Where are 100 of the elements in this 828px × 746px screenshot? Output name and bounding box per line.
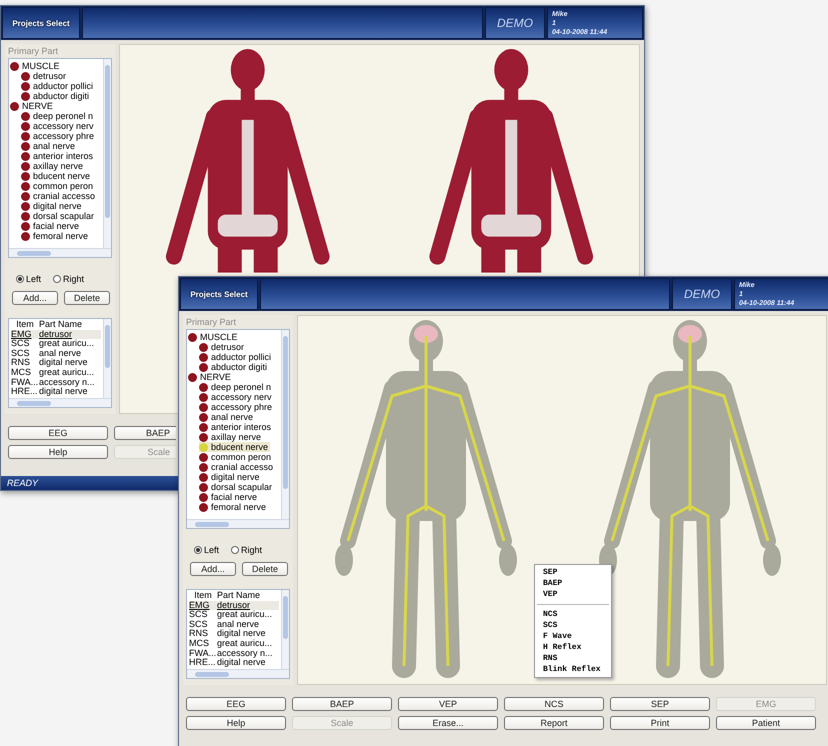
tree-item[interactable]: abductor digiti [199,362,270,372]
node-icon [21,122,30,130]
scrollbar[interactable] [281,590,289,669]
function-button[interactable]: Print [610,716,710,730]
tree-item[interactable]: detrusor [199,342,246,352]
table-row[interactable]: RNS digital nerve [11,358,101,368]
tree-item[interactable]: facial nerve [21,221,82,231]
tree-item[interactable]: deep peronel n [199,382,274,392]
tree-item[interactable]: MUSCLE [10,61,62,71]
tree-item[interactable]: facial nerve [199,492,260,502]
tree-item[interactable]: axillay nerve [21,161,86,171]
function-button[interactable]: Patient [716,716,816,730]
tree-item[interactable]: accessory nerv [199,392,274,402]
menu-item[interactable]: Blink Reflex [535,664,601,675]
function-button[interactable]: VEP [398,697,498,711]
menu-item[interactable]: F Wave [535,631,572,642]
table-row[interactable]: SCS great auricu... [189,610,279,620]
tree-item[interactable]: femoral nerve [21,231,90,241]
tree-item[interactable]: anal nerve [199,412,256,422]
node-icon [199,382,208,392]
tree-item[interactable]: anal nerve [21,141,78,151]
function-button[interactable]: Report [504,716,604,730]
tree-item[interactable]: anterior interos [199,422,274,432]
tree-item[interactable]: detrusor [21,71,68,81]
projects-tab[interactable]: Projects Select [2,7,80,39]
tree-item[interactable]: deep peronel n [21,111,96,121]
function-button[interactable]: BAEP [292,697,392,711]
tree-item[interactable]: cranial accesso [199,462,276,472]
scrollbar[interactable] [187,519,289,528]
tree-item[interactable]: adductor pollici [21,81,96,91]
scrollbar[interactable] [103,59,111,248]
scrollbar[interactable] [103,319,111,398]
tree-item[interactable]: abductor digiti [21,91,92,101]
projects-tab[interactable]: Projects Select [180,278,258,310]
tree-item[interactable]: bducent nerve [199,442,270,452]
action-button[interactable]: Add... [190,562,236,576]
table-row[interactable]: SCS great auricu... [11,339,101,349]
table-row[interactable]: MCS great auricu... [189,638,279,649]
function-button[interactable]: NCS [504,697,604,711]
menu-item[interactable]: NCS [535,609,558,620]
table-row[interactable]: EMG detrusor [189,600,279,610]
action-button[interactable]: Delete [64,291,110,305]
radio-button[interactable]: Right [53,274,84,284]
scrollbar[interactable] [281,330,289,519]
tree-item[interactable]: femoral nerve [199,502,268,512]
radio-button[interactable]: Left [194,545,220,555]
node-icon [21,212,30,220]
node-icon [21,92,30,100]
radio-button[interactable]: Left [16,274,42,284]
tree-item[interactable]: cranial accesso [21,191,98,201]
tree-item[interactable]: digital nerve [21,201,84,211]
tree-item[interactable]: NERVE [10,101,55,111]
function-button[interactable]: SEP [610,697,710,711]
tree-item[interactable]: dorsal scapular [199,482,274,492]
function-button[interactable]: EEG [8,426,108,440]
scrollbar[interactable] [9,398,111,407]
node-icon [199,342,208,352]
menu-item[interactable]: VEP [535,589,558,600]
menu-item[interactable]: SEP [535,567,558,578]
action-button[interactable]: Delete [242,562,288,576]
tree-item[interactable]: MUSCLE [188,332,240,342]
table-row[interactable]: SCS anal nerve [11,348,101,358]
table-row[interactable]: SCS anal nerve [189,620,279,630]
node-icon [21,152,30,160]
radio-button[interactable]: Right [231,545,262,555]
function-button[interactable]: Help [186,716,286,730]
tree-item[interactable]: common peron [199,452,274,462]
table-row[interactable]: FWA...accessory n... [189,648,279,658]
menu-item[interactable]: SCS [535,620,558,631]
table-row[interactable]: MCS great auricu... [11,368,101,378]
node-icon [21,222,30,230]
function-button[interactable]: EEG [186,697,286,711]
tree-item[interactable]: accessory phre [199,402,274,412]
table-row[interactable]: RNS digital nerve [189,629,279,639]
function-button[interactable]: BAEP [114,426,176,440]
node-icon [21,172,30,180]
tree-item[interactable]: accessory phre [21,131,96,141]
node-icon [199,502,208,512]
menu-item[interactable]: H Reflex [535,642,582,653]
menu-item[interactable]: BAEP [535,578,562,589]
tree-item[interactable]: NERVE [188,372,233,382]
node-icon [21,232,30,240]
table-row[interactable]: HRE... digital nerve [189,658,279,668]
table-row[interactable]: FWA...accessory n... [11,378,101,388]
node-icon [199,422,208,432]
table-row[interactable]: HRE... digital nerve [11,387,101,397]
tree-item[interactable]: common peron [21,181,96,191]
tree-item[interactable]: anterior interos [21,151,96,161]
tree-item[interactable]: bducent nerve [21,171,92,181]
action-button[interactable]: Add... [12,291,58,305]
tree-item[interactable]: adductor pollici [199,352,274,362]
tree-item[interactable]: axillay nerve [199,432,264,442]
function-button[interactable]: Erase... [398,716,498,730]
tree-item[interactable]: accessory nerv [21,121,96,131]
scrollbar[interactable] [187,669,289,678]
function-button[interactable]: Help [8,445,108,459]
table-row[interactable]: EMG detrusor [11,330,101,340]
menu-item[interactable]: RNS [535,653,558,664]
scrollbar[interactable] [9,248,111,257]
tree-item[interactable]: dorsal scapular [21,211,96,221]
